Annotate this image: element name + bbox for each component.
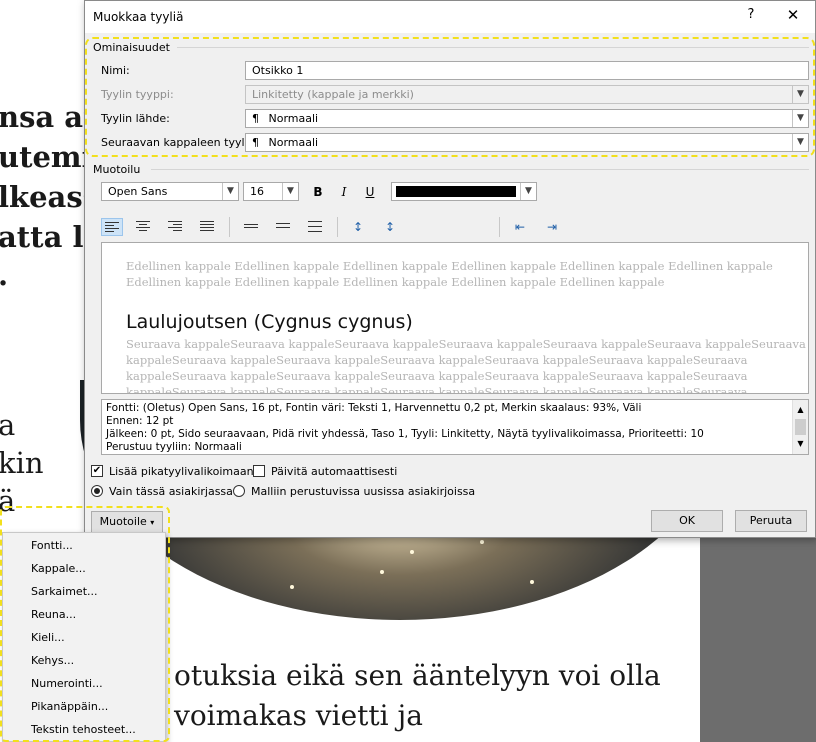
close-icon[interactable]: ✕	[781, 6, 805, 28]
add-quick-styles-label[interactable]: Lisää pikatyylivalikoimaan	[109, 465, 254, 478]
style-preview: Edellinen kappale Edellinen kappale Edel…	[101, 242, 809, 394]
size-select[interactable]: 16 ▼	[243, 182, 299, 201]
auto-update-checkbox[interactable]	[253, 465, 265, 477]
doc-text-line: voimakas vietti ja	[174, 699, 423, 732]
highlight-properties	[85, 37, 815, 157]
scroll-thumb[interactable]	[795, 419, 806, 435]
auto-update-label[interactable]: Päivitä automaattisesti	[271, 465, 397, 478]
italic-button[interactable]: I	[333, 182, 355, 202]
increase-indent-icon[interactable]: ⇥	[541, 218, 563, 236]
bold-button[interactable]: B	[307, 182, 329, 202]
description-line: Perustuu tyyliin: Normaali	[106, 441, 242, 453]
toolbar-divider	[499, 217, 500, 237]
single-spacing-button[interactable]	[241, 218, 263, 236]
description-scrollbar[interactable]: ▲ ▼	[792, 400, 808, 454]
doc-text-line: otuksia eikä sen ääntelyyn voi olla	[174, 659, 661, 692]
font-color-swatch	[396, 186, 516, 197]
dialog-titlebar: Muokkaa tyyliä ? ✕	[85, 1, 815, 33]
chevron-down-icon[interactable]: ▼	[282, 183, 298, 200]
font-color-select[interactable]: ▼	[391, 182, 537, 201]
highlight-format-menu	[0, 506, 170, 742]
font-value: Open Sans	[108, 185, 168, 198]
space-before-icon[interactable]: ↕	[347, 218, 369, 236]
one-half-spacing-button[interactable]	[273, 218, 295, 236]
description-line: Fontti: (Oletus) Open Sans, 16 pt, Fonti…	[106, 402, 642, 414]
align-center-button[interactable]	[133, 218, 155, 236]
preview-next-line: kappaleSeuraava kappaleSeuraava kappaleS…	[126, 369, 748, 383]
style-description: Fontti: (Oletus) Open Sans, 16 pt, Fonti…	[101, 399, 809, 455]
scroll-up-icon[interactable]: ▲	[793, 403, 808, 416]
justify-button[interactable]	[197, 218, 219, 236]
font-select[interactable]: Open Sans ▼	[101, 182, 239, 201]
scroll-down-icon[interactable]: ▼	[793, 437, 808, 450]
toolbar-divider	[337, 217, 338, 237]
underline-button[interactable]: U	[359, 182, 381, 202]
ok-button[interactable]: OK	[651, 510, 723, 532]
check-icon: ✔	[92, 465, 102, 476]
decrease-indent-icon[interactable]: ⇤	[509, 218, 531, 236]
formatting-group-label: Muotoilu	[93, 163, 141, 176]
new-documents-label[interactable]: Malliin perustuvissa uusissa asiakirjois…	[251, 485, 475, 498]
space-after-icon[interactable]: ↕	[379, 218, 401, 236]
size-value: 16	[250, 185, 264, 198]
group-divider	[151, 169, 809, 170]
dialog-title: Muokkaa tyyliä	[93, 10, 184, 24]
preview-next-line: Seuraava kappaleSeuraava kappaleSeuraava…	[126, 337, 806, 351]
preview-previous-line: Edellinen kappale Edellinen kappale Edel…	[126, 275, 665, 289]
preview-previous-line: Edellinen kappale Edellinen kappale Edel…	[126, 259, 773, 273]
only-this-document-label[interactable]: Vain tässä asiakirjassa	[109, 485, 233, 498]
toolbar-divider	[229, 217, 230, 237]
description-line: Jälkeen: 0 pt, Sido seuraavaan, Pidä riv…	[106, 428, 704, 440]
new-documents-radio[interactable]	[233, 485, 245, 497]
preview-next-line: kappaleSeuraava kappaleSeuraava kappaleS…	[126, 385, 748, 394]
only-this-document-radio[interactable]	[91, 485, 103, 497]
align-left-button[interactable]	[101, 218, 123, 236]
chevron-down-icon[interactable]: ▼	[520, 183, 536, 200]
doc-text-line: .	[0, 258, 8, 292]
cancel-button[interactable]: Peruuta	[735, 510, 807, 532]
help-button[interactable]: ?	[741, 7, 761, 27]
modify-style-dialog: Muokkaa tyyliä ? ✕ Ominaisuudet Nimi: Ot…	[84, 0, 816, 538]
preview-heading: Laulujoutsen (Cygnus cygnus)	[126, 311, 413, 333]
chevron-down-icon[interactable]: ▼	[222, 183, 238, 200]
preview-next-line: kappaleSeuraava kappaleSeuraava kappaleS…	[126, 353, 748, 367]
double-spacing-button[interactable]	[305, 218, 327, 236]
add-quick-styles-checkbox[interactable]: ✔	[91, 465, 103, 477]
description-line: Ennen: 12 pt	[106, 415, 174, 427]
align-right-button[interactable]	[165, 218, 187, 236]
doc-text-line: a	[0, 408, 16, 442]
doc-text-line: kin	[0, 446, 44, 480]
